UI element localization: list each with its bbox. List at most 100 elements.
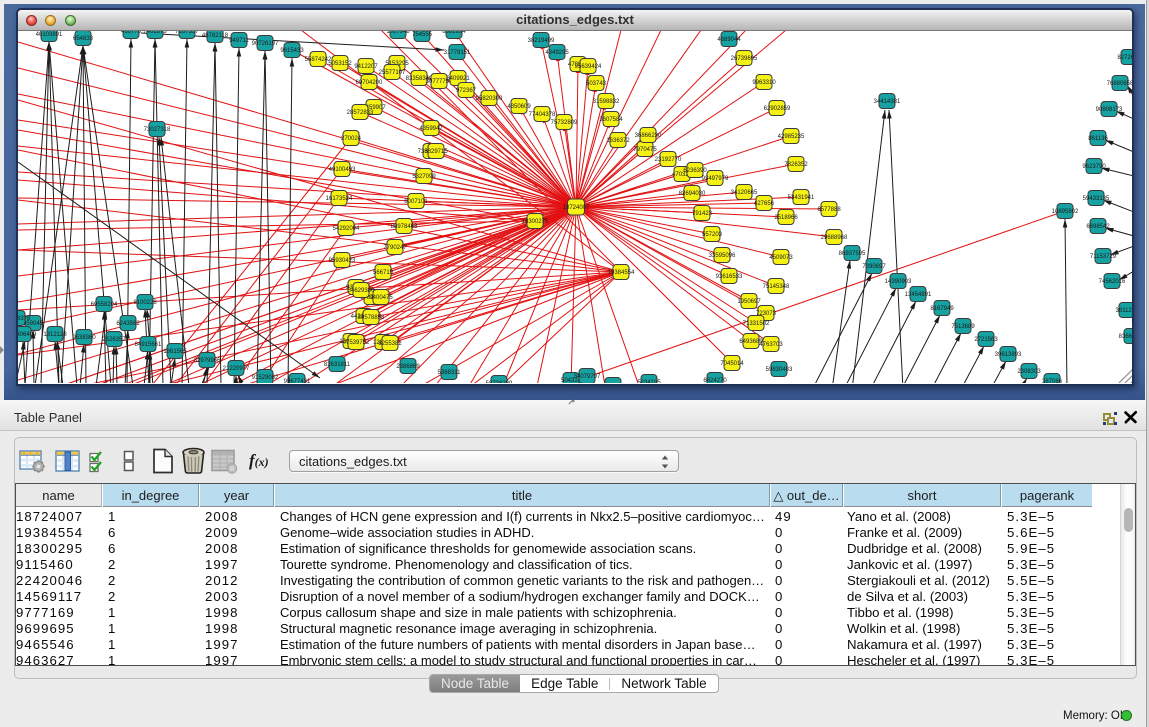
svg-text:54629380: 54629380	[348, 288, 375, 294]
svg-text:88978468: 88978468	[391, 224, 418, 230]
svg-text:7390697: 7390697	[862, 264, 886, 270]
svg-text:754555: 754555	[412, 32, 433, 38]
svg-text:6698542: 6698542	[1086, 224, 1110, 230]
svg-text:5327099: 5327099	[412, 174, 436, 180]
svg-text:2526357: 2526357	[102, 337, 126, 343]
svg-text:1312128: 1312128	[43, 332, 67, 338]
svg-text:49100493: 49100493	[329, 167, 356, 173]
svg-text:39613893: 39613893	[995, 352, 1022, 358]
svg-text:90726197: 90726197	[252, 41, 279, 47]
svg-text:6829715: 6829715	[424, 149, 448, 155]
svg-text:38219499: 38219499	[528, 38, 555, 44]
svg-text:54292004: 54292004	[333, 226, 360, 232]
svg-text:972367: 972367	[456, 88, 477, 94]
svg-text:1861565: 1861565	[163, 349, 187, 355]
svg-text:99677431: 99677431	[284, 379, 311, 383]
svg-text:46782118: 46782118	[202, 33, 229, 39]
svg-text:791423: 791423	[692, 211, 713, 217]
svg-text:557203: 557203	[702, 232, 723, 238]
svg-text:95930423: 95930423	[329, 258, 356, 264]
svg-text:25577107: 25577107	[379, 70, 406, 76]
svg-text:8007101: 8007101	[404, 199, 428, 205]
svg-text:2308303: 2308303	[1017, 369, 1041, 375]
svg-text:95639424: 95639424	[575, 64, 602, 70]
svg-text:76880658: 76880658	[1107, 81, 1132, 87]
svg-text:18300275: 18300275	[522, 219, 549, 225]
svg-text:75732809: 75732809	[551, 120, 578, 126]
svg-text:71153729: 71153729	[1090, 254, 1117, 260]
svg-text:7826352: 7826352	[784, 162, 808, 168]
svg-text:33595096: 33595096	[709, 253, 736, 259]
svg-text:8100228: 8100228	[133, 300, 157, 306]
svg-text:34414381: 34414381	[874, 99, 901, 105]
svg-text:73027318: 73027318	[144, 127, 171, 133]
svg-text:59433135: 59433135	[1083, 196, 1110, 202]
svg-text:6624270: 6624270	[703, 378, 727, 383]
svg-text:503743: 503743	[586, 81, 607, 87]
svg-text:31779151: 31779151	[444, 50, 471, 56]
svg-text:3607584: 3607584	[599, 117, 623, 123]
svg-text:861136: 861136	[1088, 136, 1108, 142]
svg-text:387086: 387086	[1042, 379, 1063, 383]
svg-text:949711: 949711	[229, 38, 249, 44]
svg-text:69704200: 69704200	[356, 80, 383, 86]
svg-text:7970475: 7970475	[633, 147, 657, 153]
svg-text:10895802: 10895802	[1052, 209, 1079, 215]
svg-text:95820300: 95820300	[476, 96, 503, 102]
svg-text:74562016: 74562016	[1099, 279, 1126, 285]
svg-text:9963310: 9963310	[752, 80, 776, 86]
svg-text:7045014: 7045014	[720, 361, 744, 367]
svg-text:5388311: 5388311	[438, 370, 462, 376]
svg-text:7790247: 7790247	[383, 245, 407, 251]
svg-text:4763703: 4763703	[759, 342, 783, 348]
svg-text:84915661: 84915661	[135, 342, 162, 348]
svg-text:14390903: 14390903	[885, 279, 912, 285]
svg-text:9538360: 9538360	[72, 335, 96, 341]
svg-text:23192770: 23192770	[655, 157, 682, 163]
svg-text:90808173: 90808173	[1096, 107, 1123, 113]
svg-text:59830483: 59830483	[766, 367, 793, 373]
svg-text:2386869: 2386869	[396, 364, 420, 370]
svg-text:83666285: 83666285	[1119, 334, 1132, 340]
svg-text:6409921: 6409921	[446, 76, 470, 82]
svg-text:427656: 427656	[754, 201, 775, 207]
svg-text:32979966: 32979966	[194, 358, 221, 364]
svg-text:8382894: 8382894	[442, 31, 466, 35]
svg-text:1636372: 1636372	[606, 138, 630, 144]
svg-text:31598832: 31598832	[593, 99, 620, 105]
svg-text:4509073: 4509073	[769, 255, 793, 261]
svg-text:71331502: 71331502	[743, 321, 770, 327]
svg-text:270024: 270024	[341, 136, 362, 142]
svg-text:3811240: 3811240	[1116, 308, 1132, 314]
svg-text:8255382: 8255382	[378, 341, 402, 347]
svg-text:53431941: 53431941	[788, 195, 815, 201]
svg-text:1027948: 1027948	[386, 31, 410, 35]
svg-text:86937595: 86937595	[839, 251, 866, 257]
svg-text:28572833: 28572833	[347, 110, 374, 116]
svg-text:6236390: 6236390	[683, 168, 707, 174]
svg-text:654833: 654833	[73, 36, 94, 42]
svg-text:9412207: 9412207	[354, 64, 378, 70]
svg-text:5234195: 5234195	[637, 380, 661, 383]
svg-text:58738289: 58738289	[486, 381, 513, 383]
svg-text:16173524: 16173524	[326, 196, 353, 202]
svg-text:4850609: 4850609	[507, 104, 531, 110]
svg-text:6243562: 6243562	[116, 321, 140, 327]
svg-text:4689044: 4689044	[717, 37, 741, 43]
svg-text:26739695: 26739695	[731, 56, 758, 62]
svg-text:34120665: 34120665	[731, 190, 758, 196]
svg-text:42985235: 42985235	[778, 134, 805, 140]
svg-text:75145348: 75145348	[763, 284, 790, 290]
svg-text:8272628: 8272628	[1117, 55, 1132, 61]
svg-text:91778378: 91778378	[18, 316, 31, 322]
svg-text:29688968: 29688968	[821, 235, 848, 241]
svg-text:566719: 566719	[373, 270, 394, 276]
svg-text:9400475: 9400475	[369, 295, 393, 301]
svg-text:4349295: 4349295	[545, 50, 569, 56]
svg-text:91529082: 91529082	[252, 375, 279, 381]
svg-text:7402873: 7402873	[143, 31, 167, 35]
svg-text:7513689: 7513689	[951, 324, 975, 330]
svg-text:93616533: 93616533	[716, 274, 743, 280]
svg-text:39578858: 39578858	[358, 315, 385, 321]
svg-text:2721563: 2721563	[974, 337, 998, 343]
